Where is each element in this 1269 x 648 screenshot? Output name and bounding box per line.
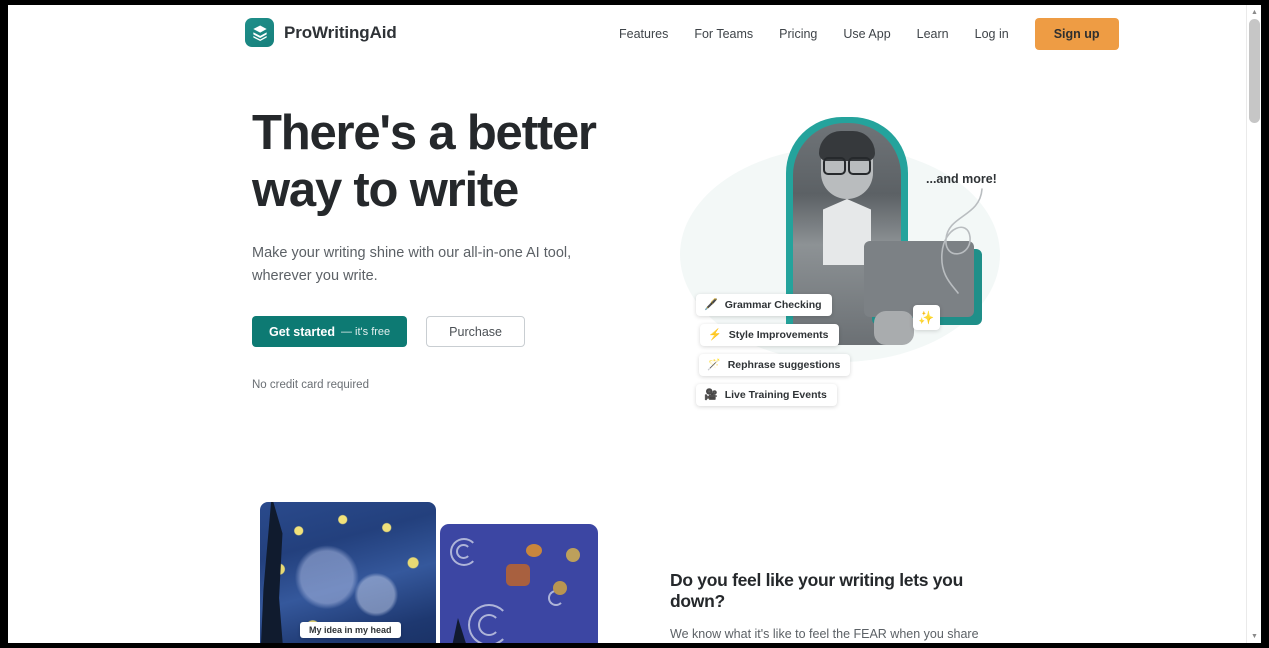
spiral-doodle bbox=[478, 614, 500, 636]
sparkle-chip[interactable]: ✨ bbox=[913, 305, 940, 330]
star-blob bbox=[566, 548, 580, 562]
person-hand bbox=[874, 311, 914, 345]
feature-chip-grammar-checking[interactable]: 🖋️ Grammar Checking bbox=[696, 294, 832, 316]
feature-chip-rephrase-suggestions[interactable]: 🪄 Rephrase suggestions bbox=[699, 354, 851, 376]
comparison-illustration: My idea in my head bbox=[252, 502, 612, 643]
nav-link-log-in[interactable]: Log in bbox=[962, 21, 1022, 47]
brand-logo-link[interactable]: ProWritingAid bbox=[245, 18, 397, 47]
fountain-pen-icon: 🖋️ bbox=[704, 298, 718, 311]
hero-copy: There's a better way to write Make your … bbox=[252, 105, 612, 391]
main-navigation: Features For Teams Pricing Use App Learn… bbox=[606, 5, 1119, 62]
video-camera-icon: 🎥 bbox=[704, 388, 718, 401]
hero-section: There's a better way to write Make your … bbox=[8, 62, 1246, 482]
star-blob bbox=[506, 564, 530, 586]
writing-lets-you-down-section: My idea in my head Do you feel like your… bbox=[8, 482, 1246, 643]
feature-chip-label: Live Training Events bbox=[724, 389, 827, 401]
section-two-body: We know what it's like to feel the FEAR … bbox=[670, 627, 979, 641]
nav-link-use-app[interactable]: Use App bbox=[830, 21, 903, 47]
site-header: ProWritingAid Features For Teams Pricing… bbox=[8, 5, 1246, 62]
get-started-label: Get started bbox=[269, 324, 335, 339]
sign-up-button[interactable]: Sign up bbox=[1034, 17, 1119, 50]
feature-chip-label: Style Improvements bbox=[728, 329, 829, 341]
get-started-button[interactable]: Get started — it's free bbox=[252, 316, 408, 347]
hero-actions: Get started — it's free Purchase bbox=[252, 316, 612, 347]
magic-wand-icon: 🪄 bbox=[707, 358, 721, 371]
feature-chip-label: Grammar Checking bbox=[724, 299, 822, 311]
nav-link-features[interactable]: Features bbox=[606, 21, 681, 47]
scrollbar-thumb[interactable] bbox=[1249, 19, 1260, 123]
and-more-label: ...and more! bbox=[926, 172, 997, 186]
prowritingaid-logo-icon bbox=[245, 18, 274, 47]
curly-pointer-line-icon bbox=[941, 188, 983, 294]
hero-subtitle: Make your writing shine with our all-in-… bbox=[252, 245, 572, 284]
page-content: ProWritingAid Features For Teams Pricing… bbox=[8, 5, 1246, 643]
get-started-sublabel: — it's free bbox=[341, 325, 391, 338]
nav-link-pricing[interactable]: Pricing bbox=[766, 21, 830, 47]
no-credit-card-note: No credit card required bbox=[252, 379, 369, 391]
purchase-button[interactable]: Purchase bbox=[426, 316, 525, 347]
section-two-title: Do you feel like your writing lets you d… bbox=[670, 570, 963, 611]
sparkles-icon: ✨ bbox=[918, 309, 935, 325]
glasses-icon bbox=[823, 159, 871, 173]
section-two-copy: Do you feel like your writing lets you d… bbox=[670, 570, 1015, 643]
browser-viewport: ProWritingAid Features For Teams Pricing… bbox=[8, 5, 1261, 643]
spiral-doodle bbox=[456, 544, 471, 559]
scroll-up-arrow-icon[interactable]: ▲ bbox=[1247, 5, 1261, 19]
crude-drawing-card bbox=[440, 524, 598, 643]
star-blob bbox=[526, 544, 542, 557]
vertical-scrollbar[interactable]: ▲ ▼ bbox=[1246, 5, 1261, 643]
brand-name: ProWritingAid bbox=[284, 22, 397, 42]
feature-chip-style-improvements[interactable]: ⚡ Style Improvements bbox=[700, 324, 839, 346]
hero-title: There's a better way to write bbox=[252, 106, 597, 217]
starry-night-caption: My idea in my head bbox=[300, 622, 401, 638]
feature-chip-live-training-events[interactable]: 🎥 Live Training Events bbox=[696, 384, 837, 406]
scroll-down-arrow-icon[interactable]: ▼ bbox=[1247, 629, 1261, 643]
hero-illustration: 🖋️ Grammar Checking ⚡ Style Improvements… bbox=[668, 107, 1028, 407]
nav-link-for-teams[interactable]: For Teams bbox=[681, 21, 766, 47]
feature-chip-label: Rephrase suggestions bbox=[727, 359, 841, 371]
lightning-bolt-icon: ⚡ bbox=[708, 328, 722, 341]
nav-link-learn[interactable]: Learn bbox=[904, 21, 962, 47]
star-blob bbox=[553, 581, 567, 595]
